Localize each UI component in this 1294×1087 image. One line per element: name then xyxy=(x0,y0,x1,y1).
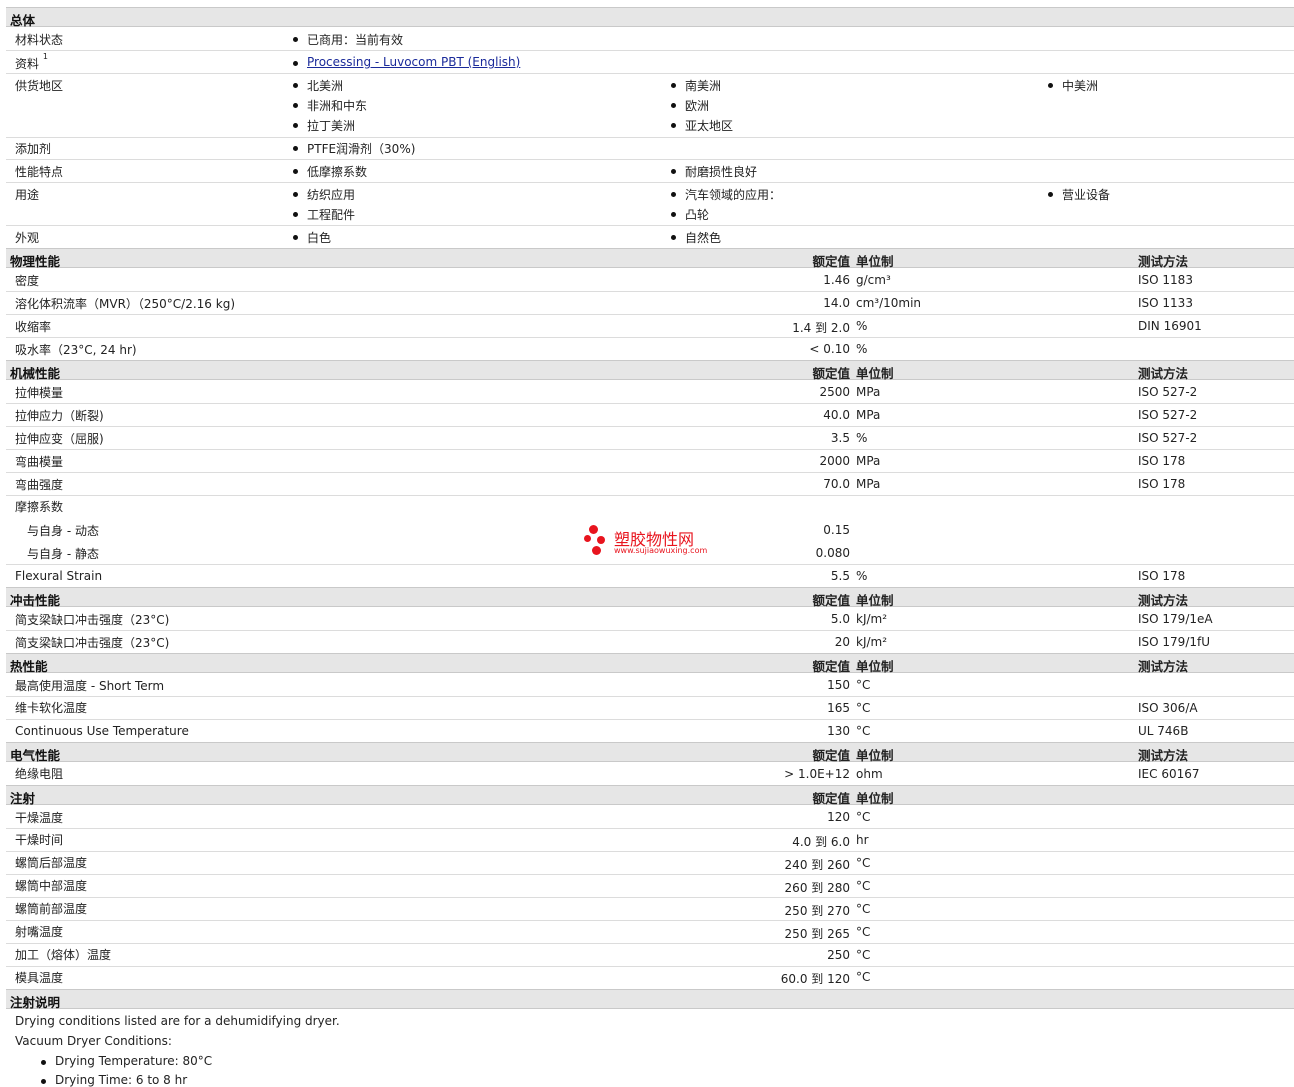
row-divider xyxy=(6,403,1294,404)
row-label-regions: 供货地区 xyxy=(15,79,64,93)
col-nominal: 额定值 xyxy=(812,791,850,806)
appearance-item: 白色 xyxy=(292,231,332,245)
logo-dot-icon xyxy=(584,535,591,542)
note-bullet: Drying Time: 6 to 8 hr xyxy=(40,1073,188,1087)
col-nominal: 额定值 xyxy=(812,659,850,674)
col-method: 测试方法 xyxy=(1138,593,1189,608)
section-header-impact: 冲击性能 额定值 单位制 测试方法 xyxy=(6,587,1294,608)
row-divider xyxy=(6,719,1294,720)
section-title: 注射说明 xyxy=(10,995,61,1010)
section-header-electrical: 电气性能 额定值 单位制 测试方法 xyxy=(6,742,1294,763)
col-method: 测试方法 xyxy=(1138,748,1189,763)
region-item: 非洲和中东 xyxy=(292,99,368,113)
row-divider xyxy=(6,851,1294,852)
use-item: 工程配件 xyxy=(292,208,356,222)
use-item: 凸轮 xyxy=(670,208,710,222)
region-item: 拉丁美洲 xyxy=(292,119,356,133)
section-title: 机械性能 xyxy=(10,366,61,381)
region-item: 亚太地区 xyxy=(670,119,734,133)
row-divider xyxy=(6,449,1294,450)
logo-dot-icon xyxy=(592,546,601,555)
region-item: 南美洲 xyxy=(670,79,722,93)
col-nominal: 额定值 xyxy=(812,366,850,381)
appearance-item: 自然色 xyxy=(670,231,722,245)
logo-dot-icon xyxy=(589,525,598,534)
col-nominal: 额定值 xyxy=(812,593,850,608)
watermark-logo: 塑胶物性网 www.sujiaowuxing.com xyxy=(584,524,724,558)
section-header-injection: 注射 额定值 单位制 xyxy=(6,785,1294,806)
row-divider xyxy=(6,225,1294,226)
note-line: Drying conditions listed are for a dehum… xyxy=(15,1014,340,1028)
section-title: 总体 xyxy=(10,13,36,28)
col-method: 测试方法 xyxy=(1138,366,1189,381)
logo-dot-icon xyxy=(597,536,605,544)
section-title: 物理性能 xyxy=(10,254,61,269)
section-header-general: 总体 xyxy=(6,7,1294,28)
col-method: 测试方法 xyxy=(1138,254,1189,269)
use-item: 汽车领域的应用： xyxy=(670,188,782,202)
row-divider xyxy=(6,291,1294,292)
row-divider xyxy=(6,897,1294,898)
row-label-features: 性能特点 xyxy=(15,165,64,179)
row-divider xyxy=(6,426,1294,427)
row-divider xyxy=(6,943,1294,944)
row-label-appearance: 外观 xyxy=(15,231,40,245)
section-title: 热性能 xyxy=(10,659,48,674)
col-nominal: 额定值 xyxy=(812,748,850,763)
row-divider xyxy=(6,73,1294,74)
row-divider xyxy=(6,50,1294,51)
region-item: 欧洲 xyxy=(670,99,710,113)
col-unit: 单位制 xyxy=(856,659,894,674)
feature-item: 耐磨损性良好 xyxy=(670,165,758,179)
region-item: 北美洲 xyxy=(292,79,344,93)
row-label-material-status: 材料状态 xyxy=(15,33,64,47)
section-title: 注射 xyxy=(10,791,36,806)
col-nominal: 额定值 xyxy=(812,254,850,269)
use-item: 纺织应用 xyxy=(292,188,356,202)
row-divider xyxy=(6,314,1294,315)
section-header-injection-notes: 注射说明 xyxy=(6,989,1294,1010)
region-item: 中美洲 xyxy=(1047,79,1099,93)
col-unit: 单位制 xyxy=(856,593,894,608)
section-header-thermal: 热性能 额定值 单位制 测试方法 xyxy=(6,653,1294,674)
row-label-docs: 资料 1 xyxy=(15,52,48,71)
row-divider xyxy=(6,472,1294,473)
section-title: 冲击性能 xyxy=(10,593,61,608)
feature-item: 低摩擦系数 xyxy=(292,165,368,179)
col-unit: 单位制 xyxy=(856,791,894,806)
row-divider xyxy=(6,920,1294,921)
row-divider xyxy=(6,182,1294,183)
row-divider xyxy=(6,137,1294,138)
docs-item: Processing - Luvocom PBT (English) xyxy=(292,55,520,69)
row-label-additive: 添加剂 xyxy=(15,142,52,156)
note-bullet: Drying Temperature: 80°C xyxy=(40,1054,213,1068)
use-item: 营业设备 xyxy=(1047,188,1111,202)
section-title: 电气性能 xyxy=(10,748,61,763)
col-unit: 单位制 xyxy=(856,254,894,269)
col-unit: 单位制 xyxy=(856,366,894,381)
row-divider xyxy=(6,874,1294,875)
col-unit: 单位制 xyxy=(856,748,894,763)
watermark-url: www.sujiaowuxing.com xyxy=(614,546,708,555)
note-line: Vacuum Dryer Conditions: xyxy=(15,1034,172,1048)
section-header-mechanical: 机械性能 额定值 单位制 测试方法 xyxy=(6,360,1294,381)
material-status-value: 已商用：当前有效 xyxy=(292,33,404,47)
row-divider xyxy=(6,337,1294,338)
col-method: 测试方法 xyxy=(1138,659,1189,674)
row-label-uses: 用途 xyxy=(15,188,40,202)
row-divider xyxy=(6,828,1294,829)
processing-doc-link[interactable]: Processing - Luvocom PBT (English) xyxy=(307,55,520,69)
row-divider xyxy=(6,495,1294,496)
row-divider xyxy=(6,564,1294,565)
additive-value: PTFE润滑剂（30%) xyxy=(292,142,416,156)
section-header-physical: 物理性能 额定值 单位制 测试方法 xyxy=(6,248,1294,269)
row-divider xyxy=(6,696,1294,697)
row-divider xyxy=(6,630,1294,631)
row-divider xyxy=(6,966,1294,967)
row-divider xyxy=(6,159,1294,160)
